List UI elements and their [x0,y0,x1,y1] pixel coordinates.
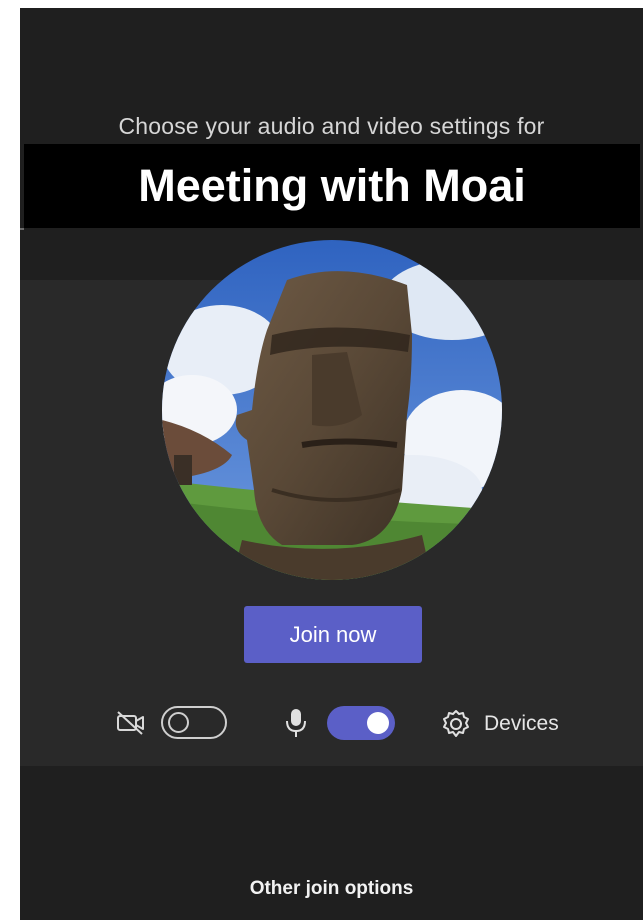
microphone-toggle[interactable] [327,706,395,740]
av-controls: Devices [20,702,643,746]
meeting-title: Meeting with Moai [138,160,526,211]
meeting-title-banner: Meeting with Moai [24,144,640,228]
devices-label: Devices [484,712,559,735]
settings-prompt-text: Choose your audio and video settings for [118,113,545,139]
other-join-options-link[interactable]: Other join options [20,878,643,900]
avatar [162,240,502,580]
microphone-icon [284,707,308,744]
camera-toggle[interactable] [161,706,227,739]
toggle-knob [367,712,389,734]
prejoin-screen: Choose your audio and video settings for… [20,8,643,920]
camera-off-icon [116,710,146,741]
join-now-button[interactable]: Join now [244,606,422,663]
gear-icon [440,708,472,745]
toggle-knob [168,712,189,733]
divider [20,228,24,230]
